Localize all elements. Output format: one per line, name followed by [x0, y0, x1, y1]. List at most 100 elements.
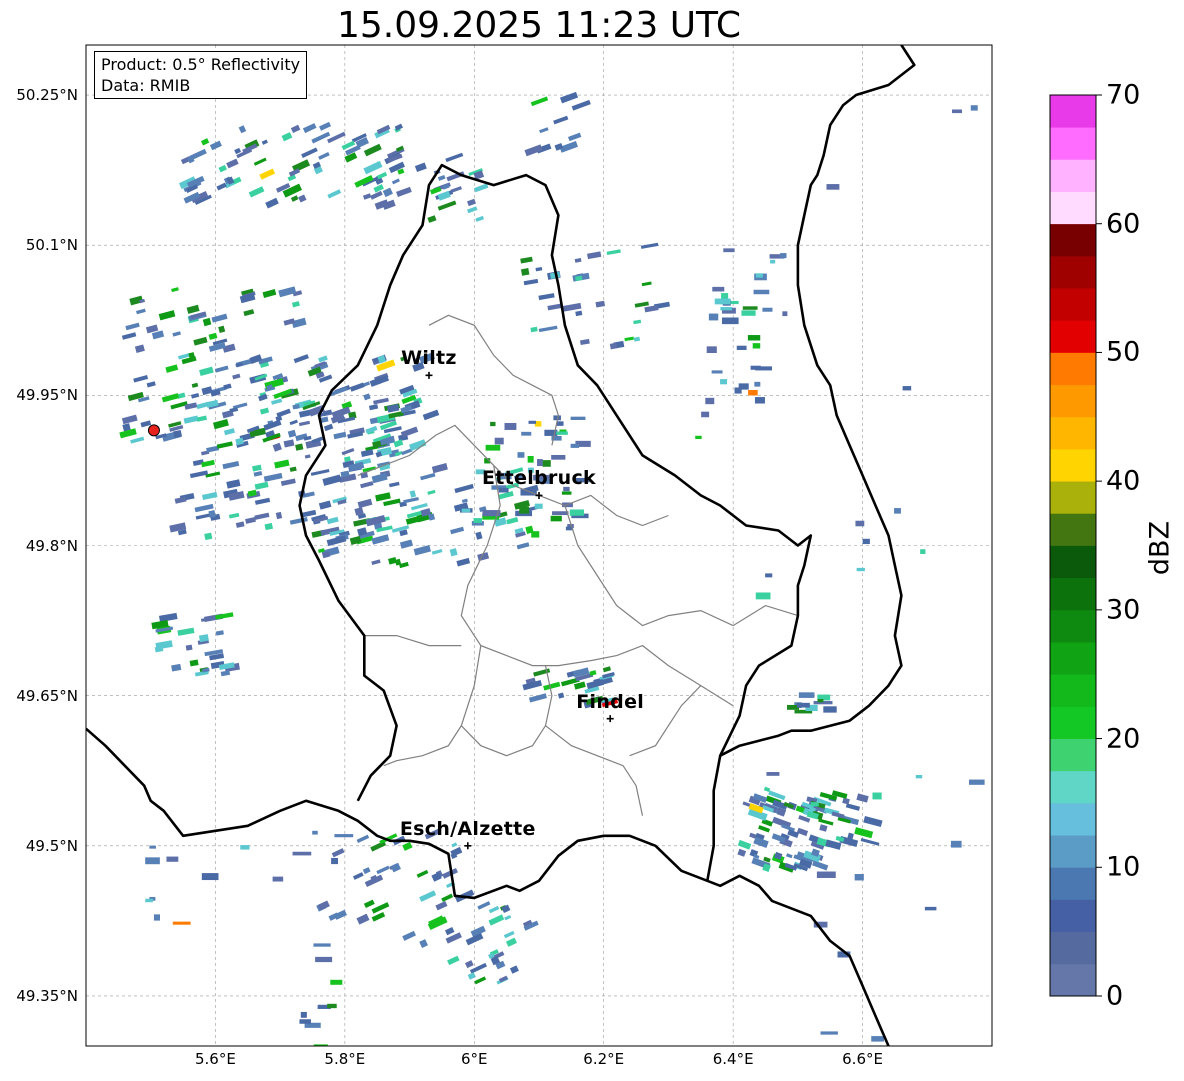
colorbar-tick-label: 70: [1106, 79, 1141, 111]
echo-cell: [711, 370, 723, 374]
echo-cell: [695, 435, 702, 440]
echo-cell: [461, 508, 471, 513]
lat-tick-label: 49.65°N: [16, 686, 78, 705]
echo-cell: [485, 444, 501, 451]
echo-cell: [780, 253, 787, 259]
echo-cell: [473, 518, 482, 523]
city-label: Findel: [576, 690, 645, 713]
echo-cell: [531, 531, 540, 538]
lat-tick-label: 49.35°N: [16, 986, 78, 1005]
echo-cell: [1157, 505, 1171, 510]
echo-cell: [754, 381, 761, 387]
colorbar-segment: [1050, 770, 1096, 804]
colorbar-segment: [1050, 320, 1096, 353]
lat-tick-label: 49.5°N: [25, 836, 78, 855]
echo-cell: [705, 397, 715, 405]
echo-cell: [166, 856, 179, 862]
echo-cell: [752, 343, 761, 349]
echo-cell: [300, 1011, 307, 1018]
colorbar-segment: [1050, 835, 1096, 868]
echo-cell: [723, 248, 735, 253]
echo-cell: [816, 871, 836, 878]
echo-cell: [902, 386, 912, 391]
echo-cell: [240, 845, 250, 850]
colorbar-segment: [1050, 352, 1096, 386]
echo-cell: [550, 515, 562, 522]
echo-cell: [762, 307, 773, 312]
echo-cell: [720, 307, 733, 311]
echo-cell: [920, 549, 926, 554]
colorbar-tick-label: 10: [1106, 851, 1141, 883]
colorbar-segment: [1050, 513, 1096, 546]
echo-cell: [817, 698, 824, 703]
echo-cell: [952, 109, 963, 114]
colorbar-tick-label: 40: [1106, 465, 1141, 497]
echo-cell: [871, 1036, 884, 1042]
echo-cell: [292, 851, 312, 856]
colorbar-segment: [1050, 931, 1096, 965]
city-label: Esch/Alzette: [399, 817, 536, 840]
echo-cell: [542, 460, 551, 467]
echo-cell: [894, 508, 901, 514]
echo-cell: [556, 421, 564, 426]
echo-cell: [1001, 616, 1019, 621]
echo-cell: [862, 538, 870, 545]
echo-cell: [172, 921, 191, 925]
colorbar-segment: [1050, 159, 1096, 192]
echo-cell: [552, 511, 569, 516]
colorbar-tick-label: 0: [1106, 980, 1124, 1012]
lon-tick-label: 6.4°E: [712, 1050, 754, 1068]
echo-cell: [856, 567, 865, 572]
echo-cell: [521, 431, 532, 436]
echo-cell: [823, 706, 837, 713]
echo-cell: [854, 874, 864, 881]
colorbar-segment: [1050, 384, 1096, 418]
lon-tick-label: 6.2°E: [583, 1050, 625, 1068]
echo-cell: [747, 335, 761, 341]
product-info-box: Product: 0.5° Reflectivity Data: RMIB: [94, 51, 308, 99]
echo-cell: [701, 411, 710, 418]
echo-cell: [299, 1019, 311, 1024]
echo-cell: [1132, 771, 1144, 774]
echo-cell: [272, 876, 284, 882]
colorbar-segment: [1050, 255, 1096, 289]
colorbar-segment: [1050, 899, 1096, 933]
echo-cell: [924, 906, 937, 911]
city-label: Ettelbruck: [482, 467, 596, 490]
echo-cell: [1018, 472, 1028, 478]
city-label: Wiltz: [401, 347, 457, 370]
colorbar-segment: [1050, 545, 1096, 579]
echo-cell: [528, 420, 537, 424]
echo-cell: [570, 416, 586, 420]
echo-cell: [312, 830, 318, 835]
echo-cell: [1101, 506, 1113, 511]
echo-cell: [742, 306, 758, 310]
colorbar-segment: [1050, 127, 1096, 160]
echo-cell: [490, 421, 496, 427]
echo-cell: [162, 1054, 174, 1060]
echo-cell: [915, 774, 923, 779]
echo-cell: [826, 184, 840, 190]
echo-cell: [504, 423, 517, 430]
echo-cell: [149, 845, 156, 849]
echo-cell: [969, 779, 985, 785]
colorbar-tick-label: 60: [1106, 208, 1141, 240]
echo-cell: [556, 431, 568, 435]
echo-cell: [748, 389, 758, 396]
echo-cell: [722, 317, 739, 325]
echo-cell: [570, 443, 580, 448]
echo-cell: [872, 792, 882, 800]
echo-cell: [537, 459, 543, 467]
colorbar-segment: [1050, 674, 1096, 707]
echo-cell: [765, 573, 773, 578]
colorbar-segment: [1050, 416, 1096, 450]
colorbar-segment: [1050, 738, 1096, 772]
echo-cell: [520, 489, 537, 496]
colorbar-segment: [1050, 191, 1096, 225]
echo-cell: [527, 455, 534, 463]
echo-cell: [331, 857, 339, 865]
colorbar: [1049, 94, 1102, 997]
colorbar-segment: [1050, 448, 1096, 482]
echo-cell: [796, 702, 810, 708]
echo-cell: [1034, 611, 1046, 616]
